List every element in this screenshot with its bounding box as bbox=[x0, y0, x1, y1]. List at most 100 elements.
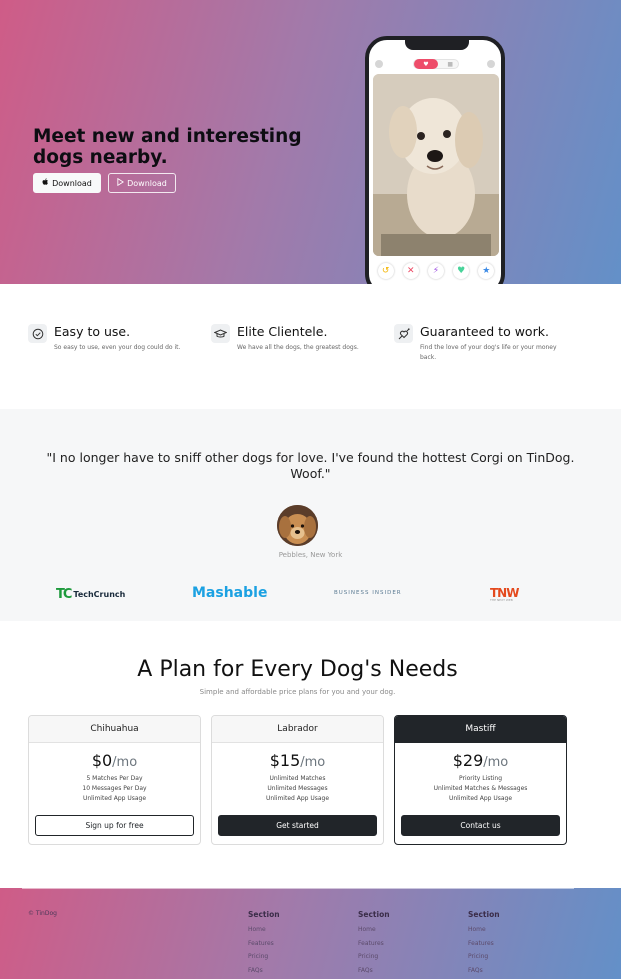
download-play-label: Download bbox=[127, 178, 167, 188]
footer-link-faqs[interactable]: FAQs bbox=[468, 964, 500, 978]
plan-feature: Unlimited Matches bbox=[269, 775, 326, 782]
pricing-subtitle: Simple and affordable price plans for yo… bbox=[199, 688, 396, 696]
plan-price: $0/mo bbox=[29, 751, 200, 770]
plan-name: Mastiff bbox=[395, 716, 566, 743]
google-play-icon bbox=[117, 177, 125, 188]
hero-title-line-2: dogs nearby. bbox=[33, 147, 168, 168]
plan-price-period: /mo bbox=[300, 755, 326, 770]
download-play-button[interactable]: Download bbox=[108, 173, 176, 193]
phone-mockup: ♥ ■ ↺ ✕ ⚡ ♥ ★ bbox=[365, 36, 505, 284]
footer-divider bbox=[22, 888, 574, 889]
footer-link-home[interactable]: Home bbox=[358, 923, 390, 937]
download-apple-button[interactable]: Download bbox=[33, 173, 101, 193]
bolt-icon: ⚡ bbox=[427, 263, 444, 279]
plan-card-labrador: Labrador $15/mo Unlimited Matches Unlimi… bbox=[211, 715, 384, 845]
press-logos: TC TechCrunch Mashable BUSINESS INSIDER … bbox=[0, 585, 621, 605]
footer-link-faqs[interactable]: FAQs bbox=[248, 964, 280, 978]
plan-name: Labrador bbox=[212, 716, 383, 743]
messages-icon bbox=[487, 60, 495, 68]
features-section: Easy to use. So easy to use, even your d… bbox=[0, 284, 621, 409]
hero-section: Meet new and interesting dogs nearby. Do… bbox=[0, 0, 621, 284]
flame-chat-toggle: ♥ ■ bbox=[413, 59, 459, 69]
plan-card-mastiff: Mastiff $29/mo Priority Listing Unlimite… bbox=[394, 715, 567, 845]
plan-price: $29/mo bbox=[395, 751, 566, 770]
footer-link-features[interactable]: Features bbox=[248, 937, 280, 951]
plan-feature: 10 Messages Per Day bbox=[82, 785, 147, 792]
feature-title: Easy to use. bbox=[54, 324, 131, 339]
phone-action-row: ↺ ✕ ⚡ ♥ ★ bbox=[373, 261, 499, 281]
footer-column: Section Home Features Pricing FAQs bbox=[468, 910, 500, 977]
avatar bbox=[277, 505, 318, 546]
footer-link-features[interactable]: Features bbox=[468, 937, 500, 951]
techcrunch-name: TechCrunch bbox=[73, 590, 126, 599]
footer-link-pricing[interactable]: Pricing bbox=[468, 950, 500, 964]
footer-link-faqs[interactable]: FAQs bbox=[358, 964, 390, 978]
plan-feature: Unlimited Matches & Messages bbox=[433, 785, 528, 792]
plan-price-amount: $15 bbox=[269, 751, 301, 770]
plan-feature: Unlimited Messages bbox=[267, 785, 328, 792]
plan-name: Chihuahua bbox=[29, 716, 200, 743]
feature-description: So easy to use, even your dog could do i… bbox=[54, 344, 181, 351]
tnw-logo: TNW THE NEXT WEB bbox=[490, 586, 519, 602]
testimonial-quote: "I no longer have to sniff other dogs fo… bbox=[46, 450, 575, 481]
heart-icon: ♥ bbox=[453, 263, 470, 279]
check-circle-icon bbox=[28, 324, 47, 343]
plan-features: 5 Matches Per Day 10 Messages Per Day Un… bbox=[29, 774, 200, 804]
footer-column: Section Home Features Pricing FAQs bbox=[358, 910, 390, 977]
business-insider-logo: BUSINESS INSIDER bbox=[334, 590, 402, 596]
footer-column: Section Home Features Pricing FAQs bbox=[248, 910, 280, 977]
plan-feature: 5 Matches Per Day bbox=[86, 775, 143, 782]
star-icon: ★ bbox=[478, 263, 495, 279]
dog-photo bbox=[373, 74, 499, 256]
techcrunch-logo: TC TechCrunch bbox=[56, 587, 125, 602]
footer-link-features[interactable]: Features bbox=[358, 937, 390, 951]
undo-icon: ↺ bbox=[377, 263, 394, 279]
chat-icon: ■ bbox=[447, 61, 453, 68]
plan-price-amount: $0 bbox=[91, 751, 113, 770]
plan-feature: Unlimited App Usage bbox=[82, 795, 147, 802]
pricing-title: A Plan for Every Dog's Needs bbox=[137, 657, 458, 682]
flame-icon: ♥ bbox=[414, 59, 438, 69]
plan-price-amount: $29 bbox=[452, 751, 484, 770]
footer-column-heading: Section bbox=[358, 910, 390, 919]
copyright: © TinDog bbox=[28, 910, 57, 917]
hero-title: Meet new and interesting dogs nearby. bbox=[33, 126, 303, 168]
footer-column-heading: Section bbox=[248, 910, 280, 919]
graduation-cap-icon bbox=[211, 324, 230, 343]
pricing-section: A Plan for Every Dog's Needs Simple and … bbox=[0, 621, 621, 888]
plan-feature: Priority Listing bbox=[458, 775, 503, 782]
plan-price: $15/mo bbox=[212, 751, 383, 770]
feature-title: Guaranteed to work. bbox=[420, 324, 549, 339]
phone-notch bbox=[405, 38, 469, 50]
footer-link-home[interactable]: Home bbox=[248, 923, 280, 937]
profile-icon bbox=[375, 60, 383, 68]
mashable-logo: Mashable bbox=[192, 585, 268, 601]
footer: © TinDog Section Home Features Pricing F… bbox=[0, 888, 621, 979]
testimonial-cite: Pebbles, New York bbox=[278, 551, 343, 559]
plan-feature: Unlimited App Usage bbox=[448, 795, 513, 802]
feature-title: Elite Clientele. bbox=[237, 324, 328, 339]
feature-description: We have all the dogs, the greatest dogs. bbox=[237, 344, 359, 351]
footer-link-pricing[interactable]: Pricing bbox=[248, 950, 280, 964]
plan-feature: Unlimited App Usage bbox=[265, 795, 330, 802]
footer-link-home[interactable]: Home bbox=[468, 923, 500, 937]
close-icon: ✕ bbox=[402, 263, 419, 279]
download-apple-label: Download bbox=[52, 178, 92, 188]
feature-description: Find the love of your dog's life or your… bbox=[420, 344, 557, 361]
heart-arrow-icon bbox=[394, 324, 413, 343]
plan-price-period: /mo bbox=[483, 755, 509, 770]
hero-title-line-1: Meet new and interesting bbox=[33, 126, 302, 147]
plan-card-chihuahua: Chihuahua $0/mo 5 Matches Per Day 10 Mes… bbox=[28, 715, 201, 845]
plan-price-period: /mo bbox=[112, 755, 138, 770]
techcrunch-mark: TC bbox=[56, 587, 72, 602]
phone-app-bar: ♥ ■ bbox=[369, 56, 501, 72]
contact-us-button[interactable]: Contact us bbox=[401, 815, 560, 836]
plan-features: Unlimited Matches Unlimited Messages Unl… bbox=[212, 774, 383, 804]
sign-up-free-button[interactable]: Sign up for free bbox=[35, 815, 194, 836]
apple-icon bbox=[42, 178, 49, 188]
get-started-button[interactable]: Get started bbox=[218, 815, 377, 836]
footer-link-pricing[interactable]: Pricing bbox=[358, 950, 390, 964]
footer-column-heading: Section bbox=[468, 910, 500, 919]
plan-features: Priority Listing Unlimited Matches & Mes… bbox=[395, 774, 566, 804]
testimonial-section: "I no longer have to sniff other dogs fo… bbox=[0, 409, 621, 621]
